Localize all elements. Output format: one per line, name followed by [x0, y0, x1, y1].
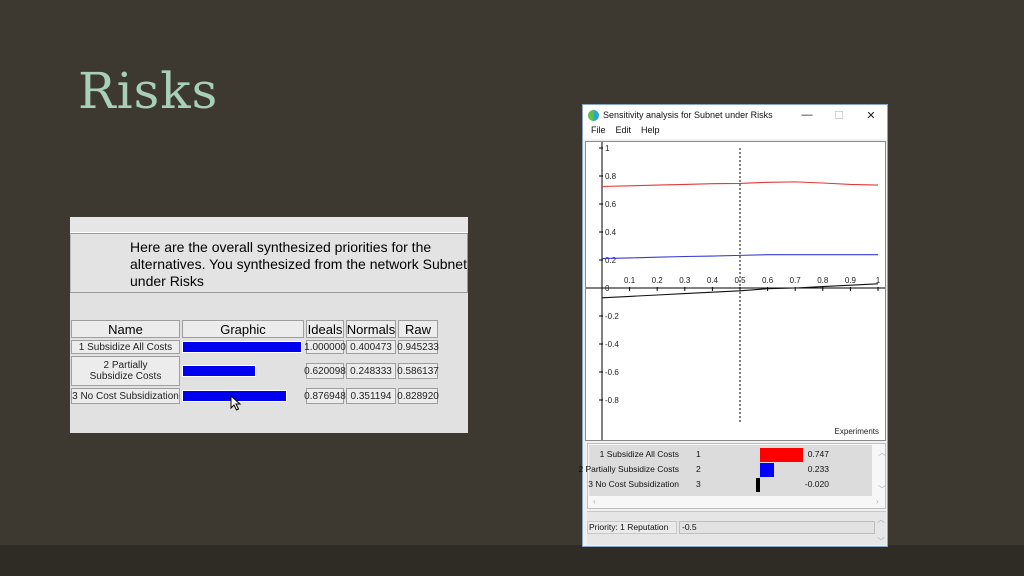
priority-scroll-up-icon[interactable]: ︿	[877, 514, 885, 525]
bottom-bar	[0, 545, 1024, 576]
panel-top-strip	[70, 217, 468, 233]
x-tick-label: 0.3	[679, 276, 691, 285]
result-index: 1	[696, 449, 701, 459]
result-row: 2 Partially Subsidize Costs 2 0.233	[578, 462, 872, 477]
normals-value: 0.400473	[346, 340, 396, 354]
y-tick-label: 0.4	[605, 228, 617, 237]
x-tick-label: 0.1	[624, 276, 636, 285]
slide-title: Risks	[78, 62, 219, 120]
y-tick-label: 0	[605, 284, 610, 293]
results-list: 1 Subsidize All Costs 1 0.747 2 Partially S…	[578, 445, 872, 496]
priority-label: Priority: 1 Reputation	[587, 521, 677, 534]
menu-help[interactable]: Help	[641, 125, 660, 139]
header-name[interactable]: Name	[71, 320, 180, 338]
scroll-up-icon[interactable]: ︿	[878, 447, 886, 458]
priorities-table: Name Graphic Ideals Normals Raw 1 Subsid…	[71, 320, 440, 406]
results-panel: 1 Subsidize All Costs 1 0.747 2 Partially S…	[578, 443, 886, 509]
priority-scroll-down-icon[interactable]: ﹀	[877, 536, 885, 547]
close-button[interactable]: ✕	[855, 109, 887, 122]
result-name: 2 Partially Subsidize Costs	[578, 464, 679, 474]
alternative-name: 2 Partially Subsidize Costs	[71, 356, 180, 386]
scroll-right-icon[interactable]: ›	[876, 497, 879, 506]
sensitivity-chart: 1 0.8 0.6 0.4 0.2 0 -0.2 -0.4 -0.6 -0.8 0.1 0.2 0.3 0…	[586, 142, 885, 440]
y-tick-label: -0.8	[605, 396, 619, 405]
priority-bar-section: Priority: 1 Reputation -0.5 ︿ ﹀	[587, 511, 886, 547]
y-tick-label: -0.2	[605, 312, 619, 321]
header-graphic[interactable]: Graphic	[182, 320, 304, 338]
y-tick-label: -0.6	[605, 368, 619, 377]
result-value: 0.233	[807, 464, 829, 474]
result-bar	[760, 448, 804, 462]
normals-value: 0.248333	[346, 363, 396, 379]
x-tick-label: 0.8	[817, 276, 829, 285]
table-header-row: Name Graphic Ideals Normals Raw	[71, 320, 440, 338]
result-row: 1 Subsidize All Costs 1 0.747	[589, 447, 872, 462]
maximize-button[interactable]: ☐	[823, 109, 855, 122]
priority-bar	[182, 341, 302, 353]
header-raw[interactable]: Raw	[398, 320, 438, 338]
table-row: 3 No Cost Subsidization 0.876948 0.35119…	[71, 388, 440, 404]
normals-value: 0.351194	[346, 388, 396, 404]
y-tick-label: 0.6	[605, 200, 617, 209]
graphic-cell	[182, 340, 304, 354]
result-bar	[760, 463, 774, 477]
header-normals[interactable]: Normals	[346, 320, 396, 338]
sensitivity-plot[interactable]: 1 0.8 0.6 0.4 0.2 0 -0.2 -0.4 -0.6 -0.8 0.1 0.2 0.3 0…	[585, 141, 886, 441]
raw-value: 0.828920	[397, 388, 439, 404]
menu-bar: File Edit Help	[583, 125, 887, 139]
x-axis-label: Experiments	[835, 427, 879, 436]
priority-bar	[182, 365, 257, 377]
minimize-button[interactable]: —	[791, 109, 823, 121]
x-tick-label: 0.4	[707, 276, 719, 285]
scroll-down-icon[interactable]: ﹀	[878, 484, 886, 495]
graphic-cell	[182, 388, 304, 404]
window-title: Sensitivity analysis for Subnet under Ri…	[603, 110, 773, 120]
priority-value-field[interactable]: -0.5	[679, 521, 875, 534]
result-name: 3 No Cost Subsidization	[588, 479, 679, 489]
app-logo-icon	[588, 109, 599, 121]
synthesized-priorities-panel: Here are the overall synthesized priorit…	[70, 217, 468, 433]
result-name: 1 Subsidize All Costs	[599, 449, 679, 459]
ideals-value: 0.620098	[304, 363, 346, 379]
x-tick-label: 0.9	[845, 276, 857, 285]
result-index: 3	[696, 479, 701, 489]
x-tick-label: 0.2	[652, 276, 664, 285]
scroll-left-icon[interactable]: ‹	[593, 497, 596, 506]
ideals-value: 1.000000	[304, 340, 346, 354]
y-tick-label: 0.2	[605, 256, 617, 265]
window-titlebar[interactable]: Sensitivity analysis for Subnet under Ri…	[583, 105, 887, 125]
alternative-name: 3 No Cost Subsidization	[71, 388, 180, 404]
menu-file[interactable]: File	[591, 125, 606, 139]
menu-edit[interactable]: Edit	[616, 125, 632, 139]
x-tick-label: 0.6	[762, 276, 774, 285]
sensitivity-analysis-window: Sensitivity analysis for Subnet under Ri…	[578, 104, 888, 547]
ideals-value: 0.876948	[304, 388, 346, 404]
result-index: 2	[696, 464, 701, 474]
result-row: 3 No Cost Subsidization 3 -0.020	[588, 477, 872, 492]
raw-value: 0.945233	[397, 340, 439, 354]
header-ideals[interactable]: Ideals	[306, 320, 344, 338]
table-row: 2 Partially Subsidize Costs 0.620098 0.2…	[71, 356, 440, 386]
raw-value: 0.586137	[397, 363, 439, 379]
y-tick-label: 1	[605, 144, 610, 153]
result-value: -0.020	[804, 479, 829, 489]
alternative-name: 1 Subsidize All Costs	[71, 340, 180, 354]
y-tick-label: -0.4	[605, 340, 619, 349]
result-value: 0.747	[807, 449, 829, 459]
result-bar	[756, 478, 760, 492]
mouse-pointer-icon	[230, 395, 242, 411]
table-row: 1 Subsidize All Costs 1.000000 0.400473 …	[71, 340, 440, 354]
synthesis-message: Here are the overall synthesized priorit…	[70, 233, 468, 293]
graphic-cell	[182, 356, 304, 386]
y-tick-label: 0.8	[605, 172, 617, 181]
x-tick-label: 0.7	[790, 276, 802, 285]
